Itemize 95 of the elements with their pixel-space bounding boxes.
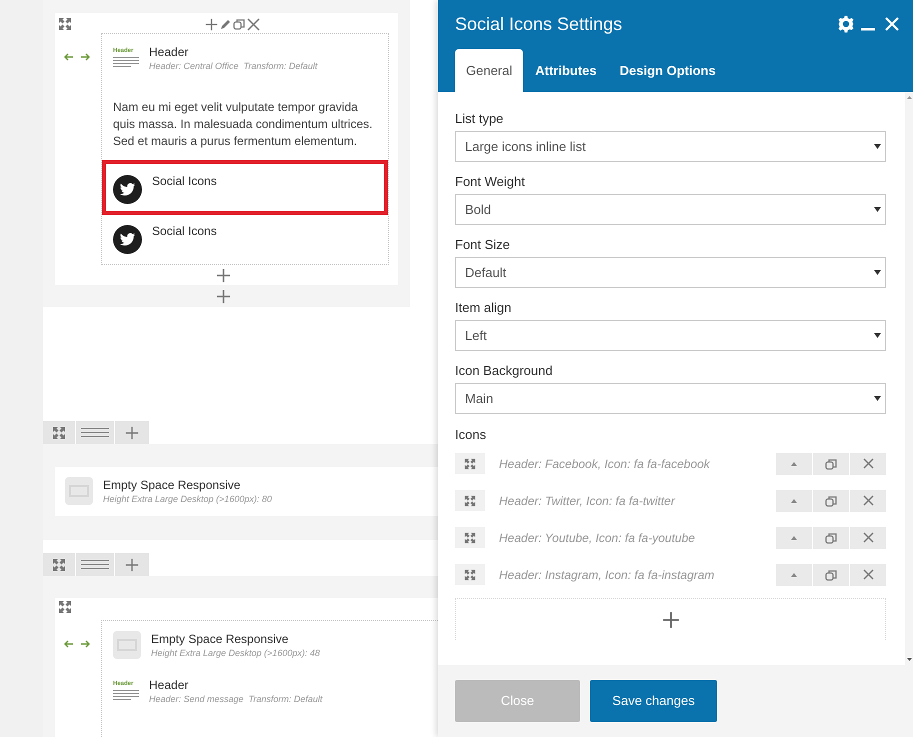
twitter-bird-icon bbox=[113, 174, 142, 204]
drag-handle[interactable] bbox=[455, 527, 485, 548]
social-icons-element[interactable]: Social Icons bbox=[102, 160, 388, 214]
plus-icon[interactable] bbox=[662, 610, 680, 628]
twitter-bird-icon bbox=[113, 224, 142, 254]
field-label: Font Size bbox=[455, 237, 511, 254]
expand-icon[interactable] bbox=[464, 568, 476, 580]
icon-item-label: Header: Facebook, Icon: fa fa-facebook bbox=[499, 456, 711, 472]
dropdown-arrow-icon bbox=[874, 396, 881, 401]
plus-icon[interactable] bbox=[216, 268, 231, 283]
select-field[interactable]: Bold bbox=[455, 194, 886, 225]
element-meta: Header: Send message Transform: Default bbox=[149, 693, 322, 706]
empty-space-icon bbox=[113, 630, 141, 659]
drag-handle[interactable] bbox=[43, 553, 75, 576]
empty-space-icon bbox=[65, 476, 93, 505]
scroll-down-icon[interactable] bbox=[906, 658, 912, 661]
close-icon bbox=[862, 532, 874, 543]
delete-button[interactable] bbox=[850, 452, 886, 474]
add-button[interactable] bbox=[115, 553, 149, 576]
copy-icon bbox=[825, 494, 837, 506]
caret-up-icon bbox=[791, 572, 797, 576]
select-field[interactable]: Large icons inline list bbox=[455, 131, 886, 162]
element-title: Empty Space Responsive bbox=[151, 630, 290, 647]
add-button[interactable] bbox=[115, 421, 149, 444]
drag-handle[interactable] bbox=[455, 564, 485, 585]
tab[interactable]: General bbox=[455, 49, 524, 92]
pencil-icon[interactable] bbox=[220, 18, 231, 30]
copy-icon bbox=[825, 458, 837, 470]
dropdown-arrow-icon bbox=[874, 333, 881, 338]
expand-icon[interactable] bbox=[58, 600, 72, 614]
expand-icon[interactable] bbox=[464, 532, 476, 544]
dropdown-arrow-icon bbox=[874, 207, 881, 212]
social-icons-element[interactable]: Social Icons bbox=[102, 214, 388, 270]
minimize-icon[interactable] bbox=[861, 28, 875, 30]
copy-icon[interactable] bbox=[233, 18, 245, 30]
move-arrows-icon[interactable] bbox=[64, 52, 90, 62]
paragraph: Nam eu mi eget velit vulputate tempor gravida quis massa. In malesuada condimentum ultrices. Sed et mauris a purus fermentum elementum. bbox=[112, 98, 374, 150]
element-meta: Header: Central Office Transform: Default bbox=[149, 60, 318, 73]
element-title: Social Icons bbox=[152, 172, 217, 190]
caret-up-icon bbox=[791, 462, 797, 466]
delete-button[interactable] bbox=[850, 490, 886, 512]
delete-button[interactable] bbox=[850, 564, 886, 586]
select-field[interactable]: Default bbox=[455, 257, 886, 288]
drag-handle[interactable] bbox=[455, 490, 485, 511]
element-meta: Height Extra Large Desktop (>1600px): 48 bbox=[151, 646, 320, 660]
plus-icon[interactable] bbox=[125, 426, 139, 440]
element-title: Empty Space Responsive bbox=[103, 476, 242, 493]
dropdown-arrow-icon bbox=[874, 144, 881, 149]
select-field[interactable]: Main bbox=[455, 383, 886, 414]
duplicate-button[interactable] bbox=[813, 526, 849, 548]
element-title: Header bbox=[149, 677, 190, 694]
scroll-up-icon[interactable] bbox=[906, 96, 912, 99]
field-label: Icon Background bbox=[455, 363, 554, 380]
close-icon bbox=[862, 569, 874, 580]
field-label: Font Weight bbox=[455, 174, 526, 191]
field-label: Icons bbox=[455, 427, 488, 443]
drag-handle[interactable] bbox=[455, 453, 485, 474]
plus-icon[interactable] bbox=[216, 289, 231, 304]
delete-button[interactable] bbox=[850, 526, 886, 548]
close-icon[interactable] bbox=[247, 18, 260, 30]
dialog-button[interactable]: Save changes bbox=[590, 680, 717, 722]
plus-icon[interactable] bbox=[125, 558, 139, 572]
element-title: Header bbox=[149, 44, 190, 60]
close-icon bbox=[862, 495, 874, 506]
layout-button[interactable] bbox=[76, 421, 114, 444]
expand-icon[interactable] bbox=[58, 17, 72, 31]
close-icon bbox=[862, 458, 874, 469]
tab[interactable]: Attributes bbox=[524, 49, 608, 92]
move-arrows-icon[interactable] bbox=[64, 638, 90, 649]
expand-icon[interactable] bbox=[52, 558, 66, 572]
caret-up-icon bbox=[791, 536, 797, 540]
field-label: List type bbox=[455, 111, 504, 128]
icon-item-label: Header: Instagram, Icon: fa fa-instagram bbox=[499, 566, 716, 584]
expand-icon[interactable] bbox=[464, 458, 476, 470]
copy-icon bbox=[825, 532, 837, 544]
icon-item-label: Header: Twitter, Icon: fa fa-twitter bbox=[499, 492, 676, 510]
layout-button[interactable] bbox=[76, 553, 114, 576]
duplicate-button[interactable] bbox=[813, 564, 849, 586]
duplicate-button[interactable] bbox=[813, 490, 849, 512]
icon-item-label: Header: Youtube, Icon: fa fa-youtube bbox=[499, 530, 696, 546]
expand-icon[interactable] bbox=[464, 494, 476, 506]
expand-icon[interactable] bbox=[52, 426, 66, 440]
dialog-title: Social Icons Settings bbox=[455, 12, 624, 36]
settings-icon[interactable] bbox=[837, 15, 855, 33]
duplicate-button[interactable] bbox=[813, 452, 849, 474]
caret-up-icon bbox=[791, 498, 797, 502]
select-field[interactable]: Left bbox=[455, 320, 886, 351]
field-label: Item align bbox=[455, 300, 512, 317]
element-title: Social Icons bbox=[152, 222, 217, 240]
copy-icon bbox=[825, 568, 837, 580]
dropdown-arrow-icon bbox=[874, 270, 881, 275]
tab[interactable]: Design Options bbox=[608, 49, 727, 92]
drag-handle[interactable] bbox=[43, 421, 75, 444]
element-meta: Height Extra Large Desktop (>1600px): 80 bbox=[103, 492, 272, 506]
plus-icon[interactable] bbox=[205, 18, 218, 30]
